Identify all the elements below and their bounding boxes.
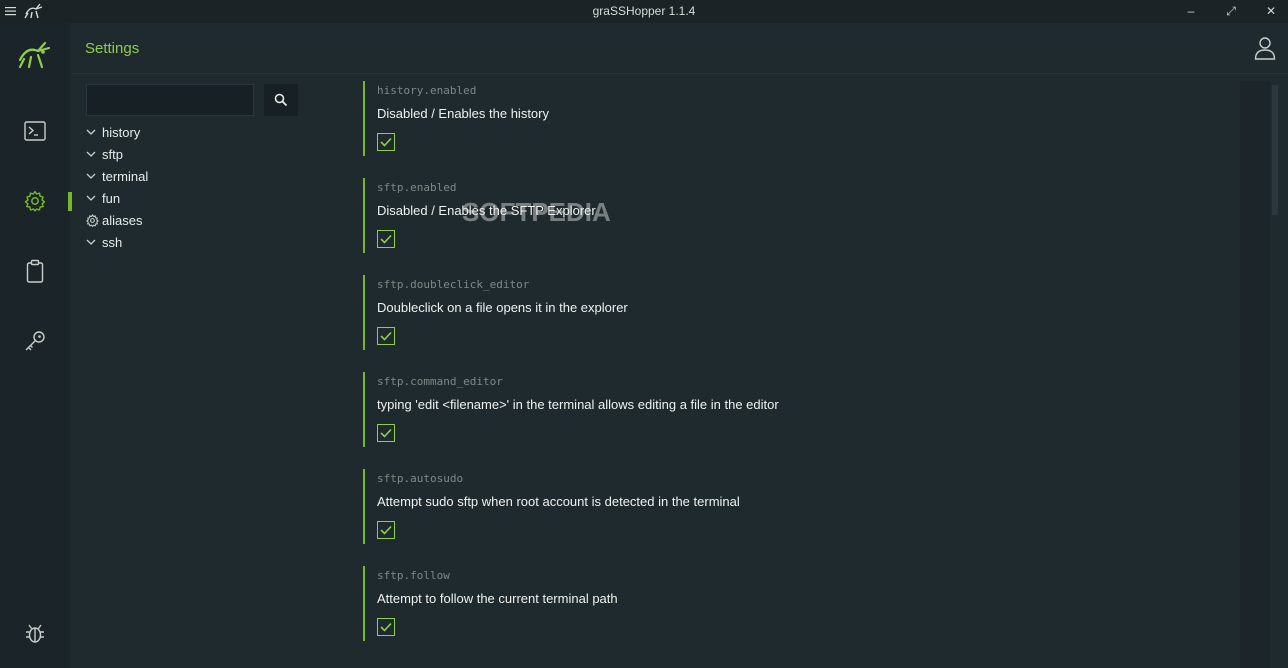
checkmark-icon bbox=[380, 137, 392, 147]
settings-tree: history sftp terminal fun aliases ssh bbox=[86, 121, 326, 253]
setting-checkbox[interactable] bbox=[377, 618, 395, 636]
setting-sftp-doubleclick-editor: sftp.doubleclick_editor Doubleclick on a… bbox=[363, 275, 1223, 350]
setting-key: sftp.enabled bbox=[377, 181, 457, 194]
tree-item-label: history bbox=[102, 124, 141, 140]
checkmark-icon bbox=[380, 622, 392, 632]
scrollbar-track bbox=[1240, 81, 1270, 668]
checkmark-icon bbox=[380, 428, 392, 438]
close-button[interactable]: ✕ bbox=[1261, 2, 1281, 20]
setting-description: Attempt sudo sftp when root account is d… bbox=[377, 494, 740, 509]
terminal-icon[interactable] bbox=[0, 109, 70, 153]
chevron-down-icon bbox=[86, 172, 102, 180]
setting-history-enabled: history.enabled Disabled / Enables the h… bbox=[363, 81, 1223, 156]
tree-item-aliases[interactable]: aliases bbox=[86, 209, 326, 231]
setting-sftp-command-editor: sftp.command_editor typing 'edit <filena… bbox=[363, 372, 1223, 447]
setting-checkbox[interactable] bbox=[377, 230, 395, 248]
tree-item-label: sftp bbox=[102, 146, 123, 162]
setting-checkbox[interactable] bbox=[377, 424, 395, 442]
scrollbar-thumb[interactable] bbox=[1272, 85, 1278, 215]
page-header: Settings bbox=[72, 23, 1288, 74]
setting-checkbox[interactable] bbox=[377, 521, 395, 539]
key-icon[interactable] bbox=[0, 319, 70, 363]
gear-icon bbox=[86, 213, 102, 227]
tree-item-label: fun bbox=[102, 190, 121, 206]
tree-item-ssh[interactable]: ssh bbox=[86, 231, 326, 253]
chevron-down-icon bbox=[86, 128, 102, 136]
setting-sftp-autosudo: sftp.autosudo Attempt sudo sftp when roo… bbox=[363, 469, 1223, 544]
setting-key: sftp.follow bbox=[377, 569, 450, 582]
tree-item-label: terminal bbox=[102, 168, 149, 184]
user-icon[interactable] bbox=[1254, 36, 1276, 65]
minimize-button[interactable]: – bbox=[1181, 2, 1201, 20]
settings-gear-icon[interactable] bbox=[0, 179, 70, 223]
clipboard-icon[interactable] bbox=[0, 249, 70, 293]
tree-item-terminal[interactable]: terminal bbox=[86, 165, 326, 187]
search-icon bbox=[274, 93, 288, 107]
checkmark-icon bbox=[380, 234, 392, 244]
chevron-down-icon bbox=[86, 238, 102, 246]
checkmark-icon bbox=[380, 525, 392, 535]
setting-sftp-enabled: sftp.enabled Disabled / Enables the SFTP… bbox=[363, 178, 1223, 253]
setting-key: history.enabled bbox=[377, 84, 477, 97]
maximize-button[interactable]: ⤢ bbox=[1221, 2, 1241, 20]
setting-description: Disabled / Enables the SFTP Explorer bbox=[377, 203, 596, 218]
rail-active-indicator bbox=[68, 192, 72, 211]
setting-checkbox[interactable] bbox=[377, 133, 395, 151]
setting-key: sftp.doubleclick_editor bbox=[377, 278, 530, 291]
title-bar: graSSHopper 1.1.4 – ⤢ ✕ bbox=[0, 0, 1288, 23]
setting-description: Attempt to follow the current terminal p… bbox=[377, 591, 618, 606]
checkmark-icon bbox=[380, 331, 392, 341]
left-rail bbox=[0, 23, 70, 668]
setting-description: typing 'edit <filename>' in the terminal… bbox=[377, 397, 779, 412]
search-input[interactable] bbox=[86, 84, 254, 116]
tree-item-fun[interactable]: fun bbox=[86, 187, 326, 209]
window-title: graSSHopper 1.1.4 bbox=[592, 4, 696, 18]
chevron-down-icon bbox=[86, 150, 102, 158]
page-title: Settings bbox=[85, 40, 140, 57]
app-logo-icon[interactable] bbox=[0, 33, 70, 77]
tree-item-sftp[interactable]: sftp bbox=[86, 143, 326, 165]
settings-list: history.enabled Disabled / Enables the h… bbox=[363, 81, 1223, 663]
tree-item-label: aliases bbox=[102, 212, 143, 228]
setting-checkbox[interactable] bbox=[377, 327, 395, 345]
search-button[interactable] bbox=[264, 84, 298, 116]
tree-item-history[interactable]: history bbox=[86, 121, 326, 143]
setting-key: sftp.command_editor bbox=[377, 375, 503, 388]
tree-item-label: ssh bbox=[102, 234, 123, 250]
setting-description: Doubleclick on a file opens it in the ex… bbox=[377, 300, 628, 315]
setting-description: Disabled / Enables the history bbox=[377, 106, 549, 121]
bug-icon[interactable] bbox=[0, 611, 70, 655]
setting-sftp-follow: sftp.follow Attempt to follow the curren… bbox=[363, 566, 1223, 641]
setting-key: sftp.autosudo bbox=[377, 472, 464, 485]
chevron-down-icon bbox=[86, 194, 102, 202]
